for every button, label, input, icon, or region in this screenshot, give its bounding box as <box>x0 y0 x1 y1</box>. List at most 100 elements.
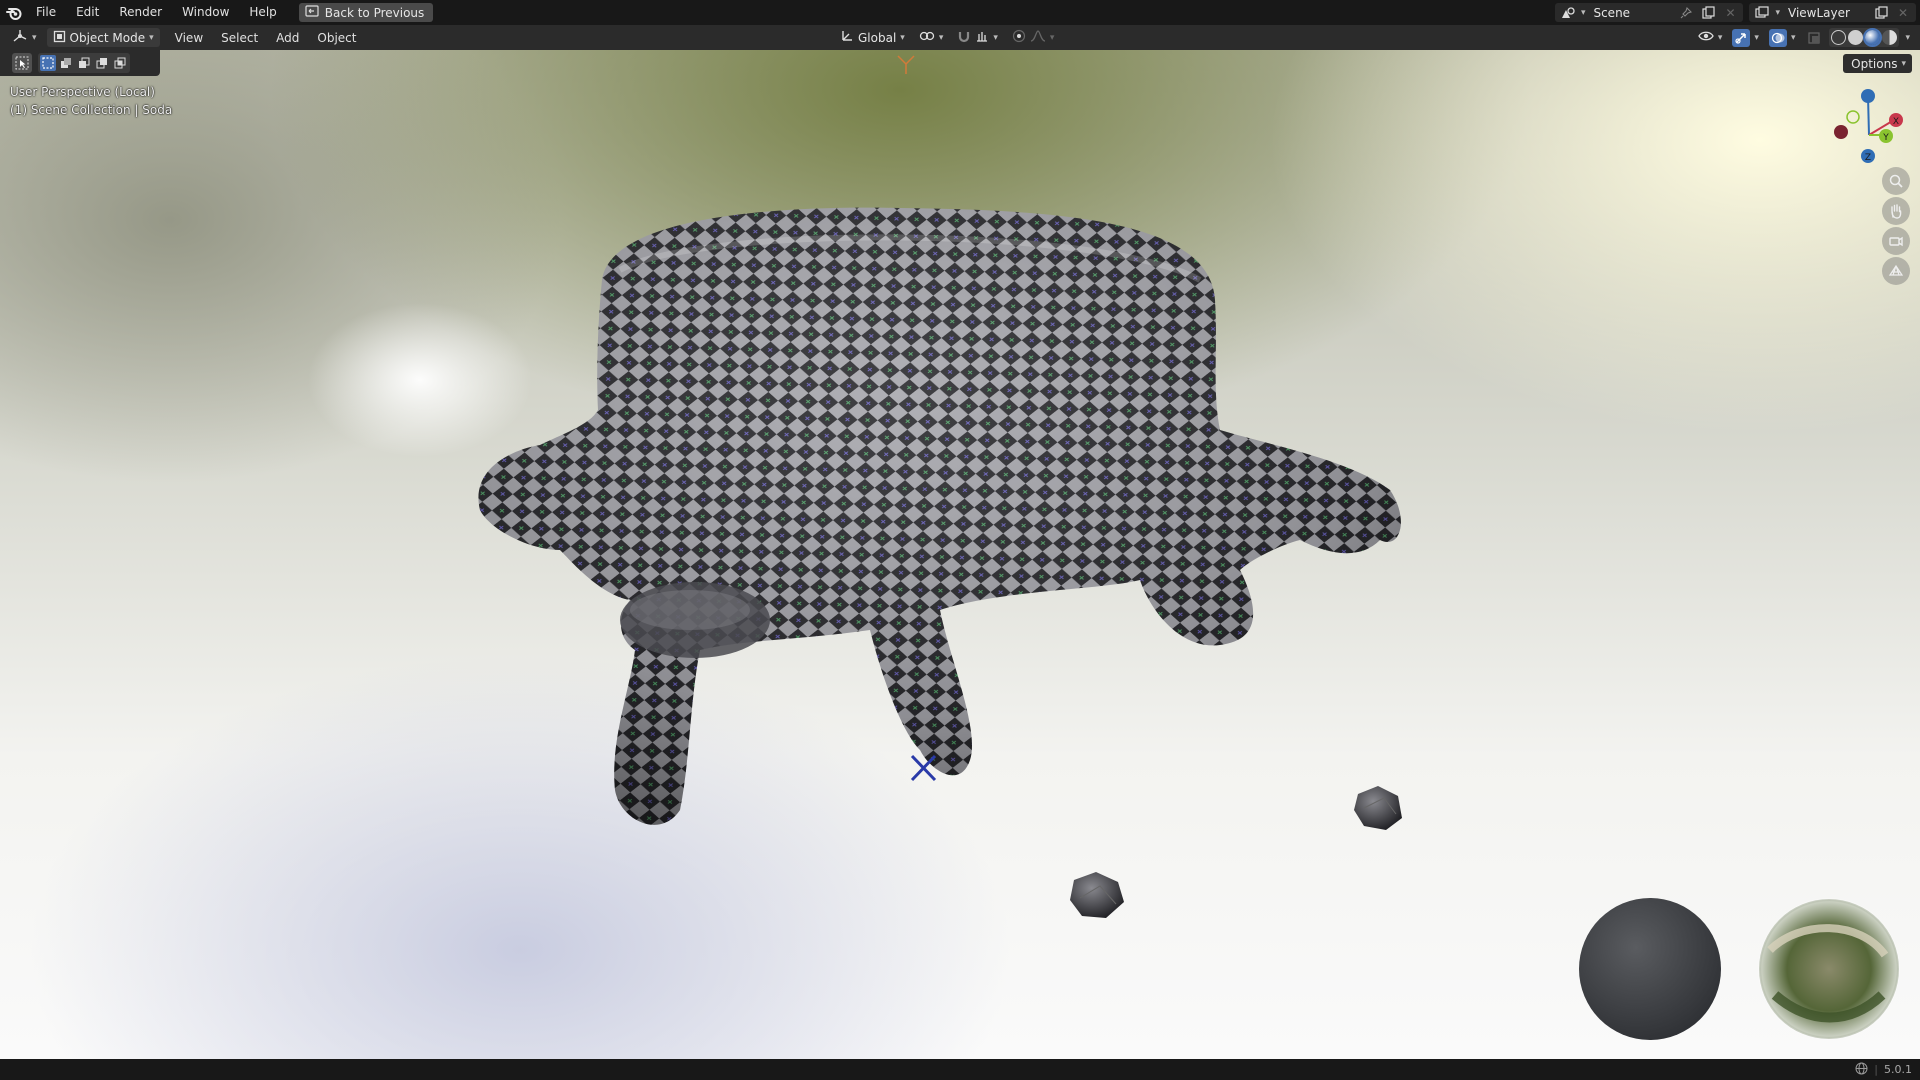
selection-mode-group <box>38 53 130 73</box>
light-origin-icon[interactable] <box>897 55 915 74</box>
status-bar: | 5.0.1 <box>0 1059 1920 1080</box>
set-new-selection-icon[interactable] <box>40 55 56 71</box>
zoom-icon[interactable] <box>1882 167 1910 195</box>
blender-logo-icon[interactable] <box>2 0 26 25</box>
gizmo-z-top[interactable] <box>1861 89 1875 103</box>
chevron-down-icon: ▾ <box>938 32 944 43</box>
gizmo-x-label: X <box>1893 117 1899 127</box>
view-layer-selector[interactable]: ▾ ViewLayer ✕ <box>1749 3 1916 22</box>
status-divider: | <box>1874 1063 1878 1076</box>
soda-mesh[interactable] <box>478 207 1401 825</box>
gizmo-neg-y[interactable] <box>1846 110 1860 124</box>
back-to-previous-label: Back to Previous <box>324 5 425 20</box>
tool-settings-row <box>0 50 160 76</box>
chevron-down-icon: ▾ <box>1775 7 1780 18</box>
scene-render: X Y Z <box>478 55 1903 1040</box>
pivot-dropdown[interactable]: ▾ <box>915 28 948 47</box>
invert-selection-icon[interactable] <box>94 55 110 71</box>
subtract-selection-icon[interactable] <box>76 55 92 71</box>
scene-name-field[interactable]: Scene <box>1589 6 1673 20</box>
menu-window[interactable]: Window <box>172 0 239 25</box>
chevron-down-icon: ▾ <box>32 32 37 43</box>
matcap-preview-sphere <box>1579 898 1721 1040</box>
3d-viewport[interactable]: X Y Z User Perspective (Local) (1) Scene… <box>0 50 1920 1059</box>
pivot-icon <box>919 29 935 46</box>
orientation-dropdown[interactable]: Global ▾ <box>836 28 909 47</box>
perspective-label: User Perspective (Local) <box>10 85 155 99</box>
snap-target-icon <box>975 29 989 46</box>
close-icon[interactable]: ✕ <box>1894 4 1912 22</box>
duplicate-icon[interactable] <box>1872 4 1890 22</box>
overlays-toggle-icon[interactable] <box>1768 28 1787 47</box>
object-mode-dropdown[interactable]: Object Mode ▾ <box>46 28 160 47</box>
navigation-gizmo[interactable]: X Y Z <box>1834 89 1903 163</box>
eye-icon <box>1698 29 1714 46</box>
transform-tools: Global ▾ ▾ ▾ ▾ <box>836 28 1058 47</box>
chevron-down-icon: ▾ <box>1901 58 1906 69</box>
proportional-edit-icon <box>1012 29 1026 46</box>
chevron-down-icon: ▾ <box>1790 32 1796 43</box>
top-right-controls: ▾ Scene ✕ ▾ ViewLayer ✕ <box>1554 0 1920 25</box>
extend-selection-icon[interactable] <box>58 55 74 71</box>
view-layer-icon[interactable] <box>1753 4 1771 22</box>
screen-back-icon <box>305 5 319 20</box>
select-menu[interactable]: Select <box>212 31 267 45</box>
add-menu[interactable]: Add <box>267 31 308 45</box>
select-tool-icon[interactable] <box>12 53 32 73</box>
viewport-header: ▾ Object Mode ▾ View Select Add Object G… <box>0 25 1920 50</box>
gizmo-dropdown[interactable]: ▾ <box>1728 28 1763 47</box>
falloff-icon <box>1030 29 1046 46</box>
proportional-edit-toggle[interactable]: ▾ <box>1008 28 1059 47</box>
chevron-down-icon: ▾ <box>1905 32 1910 43</box>
menu-help[interactable]: Help <box>239 0 286 25</box>
pan-hand-icon[interactable] <box>1882 197 1910 225</box>
gizmo-y-label: Y <box>1882 133 1889 143</box>
camera-view-icon[interactable] <box>1882 227 1910 255</box>
chevron-down-icon: ▾ <box>1717 32 1723 43</box>
snap-toggle[interactable]: ▾ <box>953 28 1002 47</box>
editor-type-dropdown[interactable]: ▾ <box>8 28 41 47</box>
version-label: 5.0.1 <box>1884 1063 1912 1076</box>
wireframe-shading-icon[interactable] <box>1831 30 1847 45</box>
chevron-down-icon: ▾ <box>993 32 998 43</box>
ortho-grid-icon[interactable] <box>1882 257 1910 285</box>
close-icon[interactable]: ✕ <box>1721 4 1739 22</box>
hdri-preview-sphere <box>1758 898 1900 1040</box>
visibility-dropdown[interactable]: ▾ <box>1694 28 1727 47</box>
orientation-icon <box>840 29 854 46</box>
chevron-down-icon: ▾ <box>149 32 154 43</box>
options-dropdown[interactable]: Options ▾ <box>1843 54 1912 73</box>
editor-type-icon <box>12 29 28 46</box>
chevron-down-icon: ▾ <box>1049 32 1055 43</box>
menu-render[interactable]: Render <box>109 0 172 25</box>
back-to-previous-button[interactable]: Back to Previous <box>298 3 434 22</box>
view-layer-name-field[interactable]: ViewLayer <box>1784 6 1868 20</box>
rendered-shading-icon[interactable] <box>1882 30 1898 45</box>
intersect-selection-icon[interactable] <box>112 55 128 71</box>
solid-shading-icon[interactable] <box>1848 30 1864 45</box>
scene-selector-icon[interactable] <box>1559 4 1577 22</box>
gizmo-neg-x[interactable] <box>1834 125 1848 139</box>
pin-icon[interactable] <box>1677 4 1695 22</box>
xray-toggle-icon[interactable] <box>1805 29 1823 47</box>
shading-options-dropdown[interactable]: ▾ <box>1901 28 1914 47</box>
floating-rock-bottom[interactable] <box>1070 872 1124 918</box>
overlays-dropdown[interactable]: ▾ <box>1765 28 1800 47</box>
material-preview-shading-icon[interactable] <box>1863 28 1883 47</box>
orientation-label: Global <box>858 30 897 45</box>
floating-rock-right[interactable] <box>1354 786 1402 830</box>
menu-edit[interactable]: Edit <box>66 0 109 25</box>
object-mode-icon <box>53 30 66 46</box>
duplicate-icon[interactable] <box>1699 4 1717 22</box>
gizmo-toggle-icon[interactable] <box>1732 28 1751 47</box>
object-menu[interactable]: Object <box>308 31 365 45</box>
snap-magnet-icon <box>957 29 971 46</box>
view-menu[interactable]: View <box>166 31 212 45</box>
chevron-down-icon: ▾ <box>1754 32 1759 43</box>
object-mode-label: Object Mode <box>69 30 146 45</box>
viewport-display-tools: ▾ ▾ ▾ ▾ <box>1694 28 1914 47</box>
scene-selector[interactable]: ▾ Scene ✕ <box>1554 3 1744 22</box>
chevron-down-icon: ▾ <box>1580 7 1586 18</box>
top-menu-bar: File Edit Render Window Help Back to Pre… <box>0 0 1920 25</box>
menu-file[interactable]: File <box>26 0 66 25</box>
